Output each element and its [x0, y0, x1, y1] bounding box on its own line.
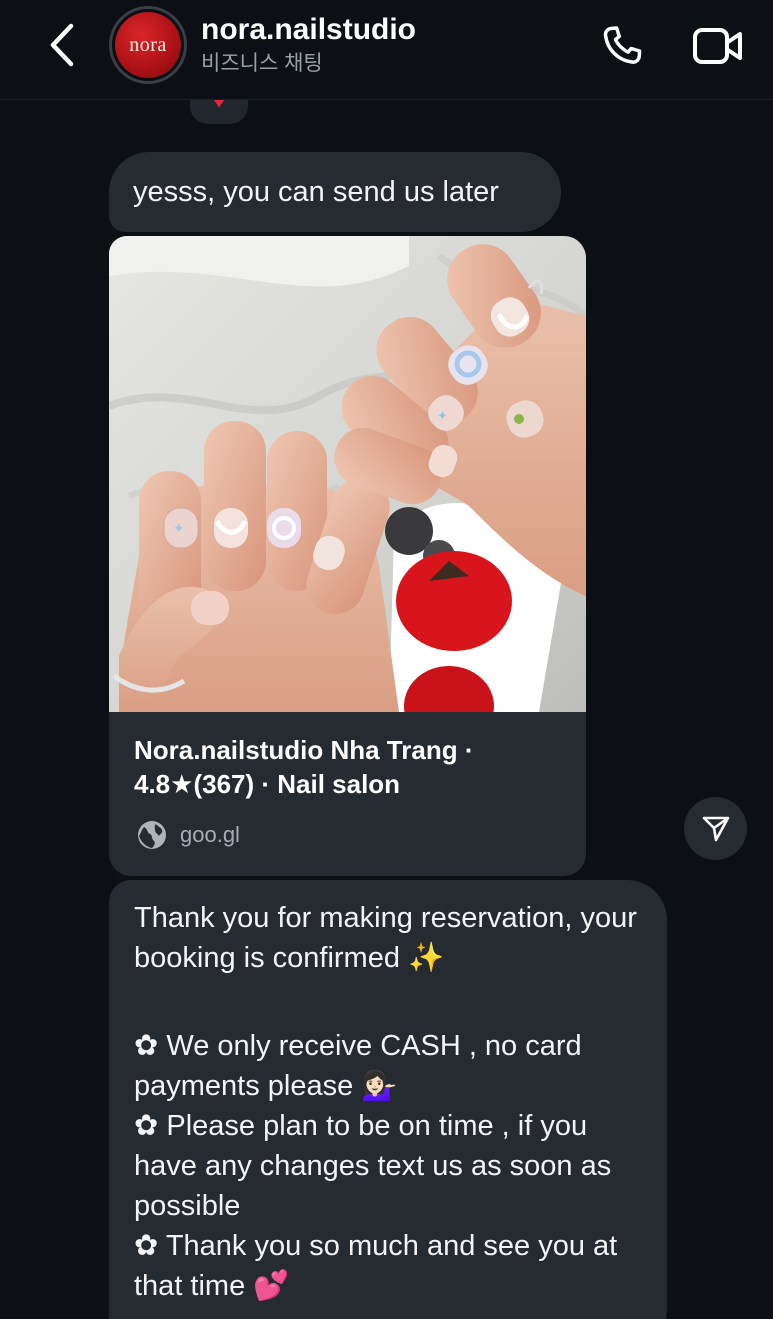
- video-call-button[interactable]: [688, 20, 748, 72]
- back-button[interactable]: [40, 22, 84, 68]
- link-preview-source: goo.gl: [136, 819, 240, 851]
- voice-call-button[interactable]: [596, 20, 648, 72]
- message-paragraph: ✿ We only receive CASH , no card payment…: [134, 1030, 582, 1102]
- share-button[interactable]: [684, 797, 747, 860]
- message-paragraph: Thank you for making reservation, your b…: [134, 902, 637, 974]
- message-text: yesss, you can send us later: [133, 176, 499, 208]
- message-paragraph: ✿ Please plan to be on time , if you hav…: [134, 1110, 612, 1222]
- link-preview-card[interactable]: ✦ ✦ Nora.nailstudio Nha Trang · 4.8★(367…: [109, 236, 586, 876]
- avatar[interactable]: nora: [109, 6, 187, 84]
- chat-header: nora nora.nailstudio 비즈니스 채팅: [0, 0, 773, 100]
- chat-screen: nora nora.nailstudio 비즈니스 채팅 ♥ yesss, yo…: [0, 0, 773, 1319]
- chat-subtitle: 비즈니스 채팅: [201, 52, 323, 75]
- globe-icon: [138, 821, 166, 849]
- avatar-text: nora: [129, 33, 167, 56]
- chevron-left-icon: [50, 23, 74, 67]
- svg-text:✦: ✦: [173, 520, 185, 536]
- message-bubble[interactable]: Thank you for making reservation, your b…: [109, 880, 667, 1319]
- avatar-logo: nora: [115, 12, 181, 78]
- svg-text:✦: ✦: [437, 408, 448, 423]
- phone-icon: [603, 26, 642, 64]
- chat-title: nora.nailstudio: [201, 13, 417, 46]
- message-paragraph: ✿ Thank you so much and see you at that …: [134, 1230, 618, 1302]
- link-preview-domain: goo.gl: [180, 822, 240, 847]
- message-bubble[interactable]: yesss, you can send us later: [109, 152, 561, 232]
- link-preview-title: Nora.nailstudio Nha Trang · 4.8★(367) · …: [134, 735, 474, 799]
- link-preview-image: ✦ ✦: [109, 236, 586, 712]
- send-icon: [702, 816, 729, 841]
- video-camera-icon: [693, 28, 742, 64]
- chat-title-block[interactable]: nora.nailstudio 비즈니스 채팅: [201, 12, 416, 78]
